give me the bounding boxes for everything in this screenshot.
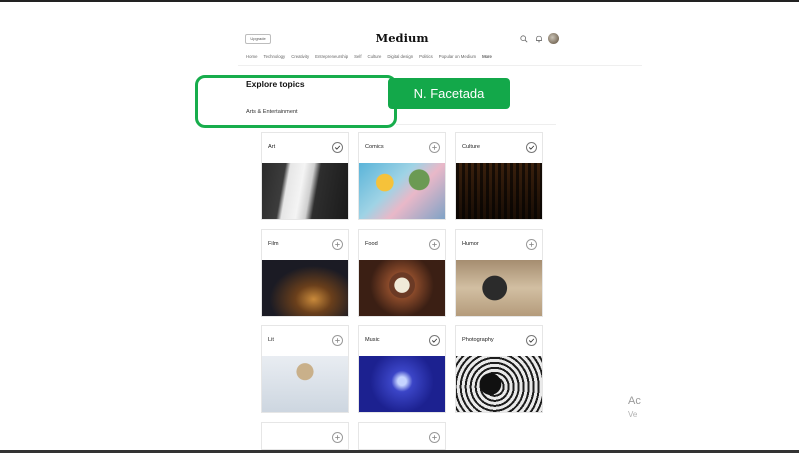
avatar[interactable] [548, 33, 559, 44]
topic-image[interactable] [262, 260, 348, 316]
topic-image[interactable] [262, 163, 348, 219]
topic-card-lit[interactable]: Lit [261, 325, 349, 413]
annotation-badge: N. Facetada [388, 78, 510, 109]
topic-card-music[interactable]: Music [358, 325, 446, 413]
follow-plus-icon[interactable] [332, 335, 343, 346]
watermark-text: Ac [628, 395, 641, 407]
nav-item-home[interactable]: Home [246, 54, 257, 59]
topic-image[interactable] [456, 163, 542, 219]
window-top-edge [0, 0, 799, 2]
topic-image[interactable] [359, 356, 445, 412]
topic-label: Art [268, 144, 276, 150]
upgrade-button[interactable]: Upgrade [245, 34, 271, 44]
bell-icon[interactable] [535, 35, 543, 43]
topic-card-comics[interactable]: Comics [358, 132, 446, 220]
topic-image[interactable] [359, 163, 445, 219]
followed-check-icon[interactable] [332, 142, 343, 153]
topic-image[interactable] [456, 356, 542, 412]
follow-plus-icon[interactable] [429, 142, 440, 153]
topic-label: Culture [462, 144, 481, 150]
followed-check-icon[interactable] [526, 335, 537, 346]
follow-plus-icon[interactable] [526, 239, 537, 250]
topic-label: Photography [462, 337, 494, 343]
topic-label: Food [365, 241, 378, 247]
annotation-highlight-box [195, 75, 397, 128]
nav-item-entrepreneurship[interactable]: Entrepreneurship [315, 54, 348, 59]
topic-nav: Home Technology Creativity Entrepreneurs… [246, 54, 492, 59]
topic-card-photography[interactable]: Photography [455, 325, 543, 413]
topic-label: Humor [462, 241, 479, 247]
topic-label: Lit [268, 337, 274, 343]
nav-item-digital-design[interactable]: Digital design [387, 54, 413, 59]
nav-divider [238, 65, 642, 66]
nav-item-technology[interactable]: Technology [263, 54, 285, 59]
followed-check-icon[interactable] [526, 142, 537, 153]
topic-card-art[interactable]: Art [261, 132, 349, 220]
follow-plus-icon[interactable] [429, 239, 440, 250]
followed-check-icon[interactable] [429, 335, 440, 346]
nav-item-politics[interactable]: Politics [419, 54, 433, 59]
nav-item-popular[interactable]: Popular on Medium [439, 54, 476, 59]
search-icon[interactable] [520, 35, 528, 43]
medium-logo[interactable]: Medium [372, 31, 432, 45]
topic-card-humor[interactable]: Humor [455, 229, 543, 317]
topic-image[interactable] [456, 260, 542, 316]
nav-item-creativity[interactable]: Creativity [291, 54, 309, 59]
watermark-text: Ve [628, 410, 638, 419]
topic-image[interactable] [262, 356, 348, 412]
topic-card-partial[interactable] [261, 422, 349, 450]
topic-label: Comics [365, 144, 384, 150]
topic-card-culture[interactable]: Culture [455, 132, 543, 220]
follow-plus-icon[interactable] [332, 432, 343, 443]
follow-plus-icon[interactable] [332, 239, 343, 250]
section-divider [396, 124, 556, 125]
nav-item-self[interactable]: Self [354, 54, 361, 59]
topic-card-partial[interactable] [358, 422, 446, 450]
nav-item-culture[interactable]: Culture [368, 54, 382, 59]
topic-label: Film [268, 241, 279, 247]
topic-label: Music [365, 337, 380, 343]
topic-card-food[interactable]: Food [358, 229, 446, 317]
nav-item-more[interactable]: More [482, 54, 492, 59]
topic-image[interactable] [359, 260, 445, 316]
topic-card-film[interactable]: Film [261, 229, 349, 317]
follow-plus-icon[interactable] [429, 432, 440, 443]
